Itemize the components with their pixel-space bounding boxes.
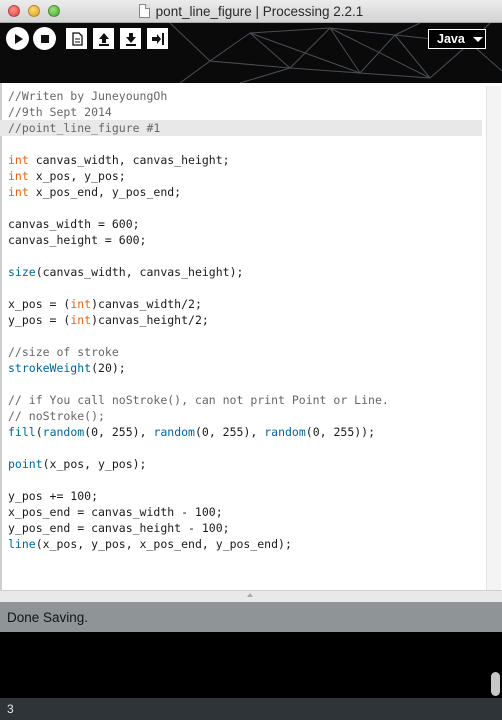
code-line[interactable]: point(x_pos, y_pos); bbox=[8, 456, 482, 472]
console-area[interactable] bbox=[0, 632, 502, 698]
chevron-down-icon bbox=[472, 36, 483, 42]
code-line[interactable]: y_pos = (int)canvas_height/2; bbox=[8, 312, 482, 328]
mode-dropdown[interactable]: Java bbox=[428, 29, 486, 49]
new-button[interactable] bbox=[66, 28, 87, 49]
code-line[interactable]: x_pos = (int)canvas_width/2; bbox=[8, 296, 482, 312]
close-window-button[interactable] bbox=[8, 5, 20, 17]
play-icon bbox=[14, 33, 23, 44]
window-controls bbox=[8, 5, 60, 17]
title-bar: pont_line_figure | Processing 2.2.1 bbox=[0, 0, 502, 23]
line-number-bar: 3 bbox=[0, 698, 502, 720]
code-line[interactable]: line(x_pos, y_pos, x_pos_end, y_pos_end)… bbox=[8, 536, 482, 552]
document-icon bbox=[138, 4, 150, 18]
code-line[interactable]: size(canvas_width, canvas_height); bbox=[8, 264, 482, 280]
code-line[interactable]: //size of stroke bbox=[8, 344, 482, 360]
code-line[interactable]: x_pos_end = canvas_width - 100; bbox=[8, 504, 482, 520]
code-line[interactable] bbox=[8, 248, 482, 264]
open-button[interactable] bbox=[93, 28, 114, 49]
code-line[interactable]: y_pos_end = canvas_height - 100; bbox=[8, 520, 482, 536]
save-button[interactable] bbox=[120, 28, 141, 49]
window-title: pont_line_figure | Processing 2.2.1 bbox=[155, 3, 364, 19]
code-line[interactable]: fill(random(0, 255), random(0, 255), ran… bbox=[8, 424, 482, 440]
code-line[interactable]: int x_pos_end, y_pos_end; bbox=[8, 184, 482, 200]
current-line-number: 3 bbox=[7, 702, 14, 716]
code-line[interactable] bbox=[8, 280, 482, 296]
run-button[interactable] bbox=[6, 27, 29, 50]
code-area[interactable]: //Writen by JuneyoungOh//9th Sept 2014//… bbox=[0, 88, 482, 552]
code-line[interactable]: y_pos += 100; bbox=[8, 488, 482, 504]
code-line[interactable] bbox=[8, 472, 482, 488]
code-line[interactable] bbox=[8, 440, 482, 456]
code-line[interactable]: //9th Sept 2014 bbox=[8, 104, 482, 120]
code-line[interactable]: //Writen by JuneyoungOh bbox=[8, 88, 482, 104]
export-icon bbox=[151, 32, 164, 45]
code-line[interactable] bbox=[8, 136, 482, 152]
code-line[interactable]: //point_line_figure #1 bbox=[0, 120, 482, 136]
stop-button[interactable] bbox=[33, 27, 56, 50]
editor-scrollbar[interactable] bbox=[486, 86, 501, 590]
code-line[interactable]: strokeWeight(20); bbox=[8, 360, 482, 376]
code-line[interactable]: int canvas_width, canvas_height; bbox=[8, 152, 482, 168]
console-scrollbar[interactable] bbox=[491, 672, 500, 696]
new-file-icon bbox=[71, 31, 83, 46]
status-bar: Done Saving. bbox=[0, 602, 502, 632]
export-button[interactable] bbox=[147, 28, 168, 49]
mode-label: Java bbox=[437, 32, 465, 46]
save-arrow-down-icon bbox=[125, 32, 136, 46]
toolbar: Java pont_line_figure bbox=[0, 23, 502, 83]
code-line[interactable] bbox=[8, 376, 482, 392]
divider-grip-icon bbox=[247, 593, 253, 597]
code-line[interactable] bbox=[8, 200, 482, 216]
code-line[interactable]: // noStroke(); bbox=[8, 408, 482, 424]
code-line[interactable]: // if You call noStroke(), can not print… bbox=[8, 392, 482, 408]
editor-gutter bbox=[0, 83, 2, 590]
code-line[interactable]: canvas_width = 600; bbox=[8, 216, 482, 232]
status-message: Done Saving. bbox=[7, 609, 89, 625]
open-arrow-up-icon bbox=[98, 32, 109, 46]
code-line[interactable]: canvas_height = 600; bbox=[8, 232, 482, 248]
zoom-window-button[interactable] bbox=[48, 5, 60, 17]
minimize-window-button[interactable] bbox=[28, 5, 40, 17]
stop-icon bbox=[40, 34, 49, 43]
code-line[interactable] bbox=[8, 328, 482, 344]
editor-console-divider[interactable] bbox=[0, 590, 502, 602]
code-line[interactable]: int x_pos, y_pos; bbox=[8, 168, 482, 184]
